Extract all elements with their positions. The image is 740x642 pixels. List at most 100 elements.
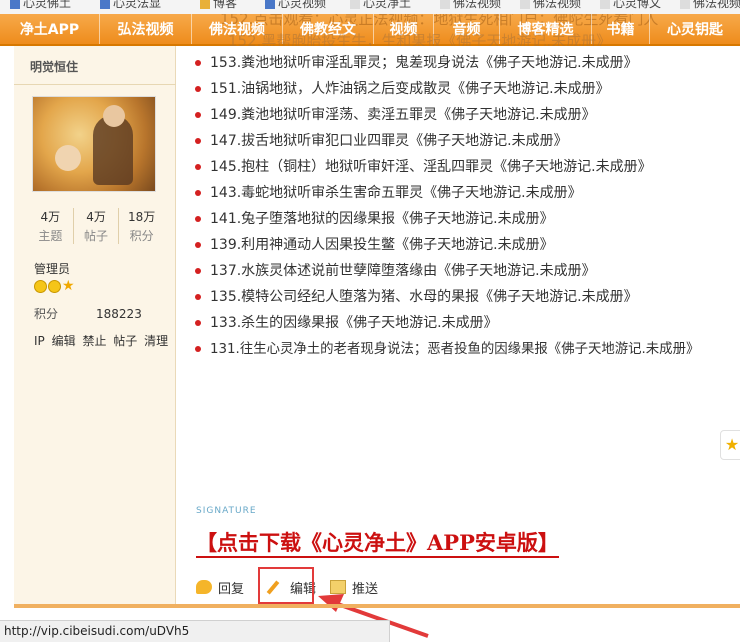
post-link[interactable]: 133.杀生的因缘果报《佛子天地游记.未成册》 (210, 315, 498, 331)
post-link[interactable]: 145.抱柱（铜柱）地狱听审奸淫、淫乱四罪灵《佛子天地游记.未成册》 (210, 159, 652, 175)
user-stats: 4万 主题 4万 帖子 18万 积分 (28, 208, 164, 244)
bookmark-item[interactable]: 心灵视频 (265, 0, 326, 10)
bookmark-icon (440, 0, 450, 9)
stat-value: 4万 (40, 210, 61, 224)
push-label: 推送 (352, 581, 379, 597)
star-icon: ★ (62, 278, 75, 294)
bookmarks-bar: 心灵佛土 心灵法显 博客 心灵视频 心灵净土 佛法视频 佛法视频 心灵博文 佛法… (0, 0, 740, 14)
reply-button[interactable]: 回复 (196, 578, 244, 597)
stat-topics[interactable]: 4万 主题 (28, 208, 74, 244)
bullet-icon (195, 86, 201, 92)
smiley-icon (34, 279, 47, 293)
bookmark-item[interactable]: 博客 (200, 0, 237, 10)
post-link[interactable]: 151.油锅地狱，人炸油锅之后变成散灵《佛子天地游记.未成册》 (210, 81, 610, 97)
post-link[interactable]: 153.粪池地狱听审淫乱罪灵；鬼差现身说法《佛子天地游记.未成册》 (210, 55, 638, 71)
stat-points[interactable]: 18万 积分 (119, 208, 164, 244)
list-item[interactable]: 153.粪池地狱听审淫乱罪灵；鬼差现身说法《佛子天地游记.未成册》 (195, 54, 699, 80)
points-value: 188223 (96, 307, 142, 321)
avatar[interactable] (32, 96, 156, 192)
bullet-icon (195, 294, 201, 300)
stat-posts[interactable]: 4万 帖子 (74, 208, 120, 244)
post-link[interactable]: 137.水族灵体述说前世孽障堕落缘由《佛子天地游记.未成册》 (210, 263, 596, 279)
bookmark-item[interactable]: 佛法视频 (520, 0, 581, 10)
bookmark-item[interactable]: 心灵博文 (600, 0, 661, 10)
stat-value: 4万 (86, 210, 106, 224)
status-bar-url: http://vip.cibeisudi.com/uDVh5 (0, 620, 390, 642)
list-item[interactable]: 133.杀生的因缘果报《佛子天地游记.未成册》 (195, 314, 699, 340)
bullet-icon (195, 190, 201, 196)
op-clean[interactable]: 清理 (144, 334, 168, 348)
list-item[interactable]: 145.抱柱（铜柱）地狱听审奸淫、淫乱四罪灵《佛子天地游记.未成册》 (195, 158, 699, 184)
list-item[interactable]: 131.往生心灵净土的老者现身说法；恶者投鱼的因缘果报《佛子天地游记.未成册》 (195, 340, 699, 366)
op-posts[interactable]: 帖子 (113, 334, 137, 348)
list-item[interactable]: 139.利用神通动人因果投生鳖《佛子天地游记.未成册》 (195, 236, 699, 262)
push-button[interactable]: 推送 (330, 578, 378, 597)
points-label: 积分 (34, 307, 59, 321)
smiley-icon (48, 279, 61, 293)
bullet-icon (195, 60, 201, 66)
op-edit[interactable]: 编辑 (52, 334, 76, 348)
bookmark-item[interactable]: 心灵法显 (100, 0, 161, 10)
list-item[interactable]: 143.毒蛇地狱听审杀生害命五罪灵《佛子天地游记.未成册》 (195, 184, 699, 210)
post-link[interactable]: 141.兔子堕落地狱的因缘果报《佛子天地游记.未成册》 (210, 211, 554, 227)
divider (14, 84, 176, 85)
edit-highlight-box (258, 567, 314, 604)
bullet-icon (195, 242, 201, 248)
bullet-icon (195, 112, 201, 118)
bookmark-icon (200, 0, 210, 9)
nav-item-app[interactable]: 净土APP (0, 14, 100, 44)
rank-badges: ★ (34, 279, 75, 294)
bookmark-icon (600, 0, 610, 9)
list-item[interactable]: 149.粪池地狱听审淫荡、卖淫五罪灵《佛子天地游记.未成册》 (195, 106, 699, 132)
bookmark-item[interactable]: 心灵佛土 (10, 0, 71, 10)
app-download-link[interactable]: 【点击下载《心灵净土》APP安卓版】 (196, 530, 559, 558)
post-link[interactable]: 149.粪池地狱听审淫荡、卖淫五罪灵《佛子天地游记.未成册》 (210, 107, 596, 123)
signature-label: SIGNATURE (196, 506, 257, 516)
stat-label: 积分 (129, 229, 154, 243)
bullet-icon (195, 216, 201, 222)
bookmark-icon (350, 0, 360, 9)
op-ip[interactable]: IP (34, 334, 45, 348)
post-link[interactable]: 143.毒蛇地狱听审杀生害命五罪灵《佛子天地游记.未成册》 (210, 185, 582, 201)
list-item[interactable]: 147.拔舌地狱听审犯口业四罪灵《佛子天地游记.未成册》 (195, 132, 699, 158)
bookmark-icon (10, 0, 20, 9)
list-item[interactable]: 151.油锅地狱，人炸油锅之后变成散灵《佛子天地游记.未成册》 (195, 80, 699, 106)
bullet-icon (195, 164, 201, 170)
bookmark-item[interactable]: 佛法视频 (680, 0, 740, 10)
user-role[interactable]: 管理员 (34, 260, 70, 277)
list-item[interactable]: 137.水族灵体述说前世孽障堕落缘由《佛子天地游记.未成册》 (195, 262, 699, 288)
post-link[interactable]: 131.往生心灵净土的老者现身说法；恶者投鱼的因缘果报《佛子天地游记.未成册》 (210, 342, 699, 357)
reply-label: 回复 (218, 581, 245, 597)
bullet-icon (195, 346, 201, 352)
stat-value: 18万 (128, 210, 156, 224)
post-link-list: 153.粪池地狱听审淫乱罪灵；鬼差现身说法《佛子天地游记.未成册》 151.油锅… (195, 54, 699, 366)
user-profile-panel: 明觉恒住 4万 主题 4万 帖子 18万 积分 管理员 ★ 积分 188223 I… (14, 46, 176, 608)
username[interactable]: 明觉恒住 (30, 58, 78, 75)
post-link[interactable]: 139.利用神通动人因果投生鳖《佛子天地游记.未成册》 (210, 237, 554, 253)
nav-item-keys[interactable]: 心灵钥匙 (650, 14, 740, 44)
stat-label: 主题 (38, 229, 63, 243)
op-ban[interactable]: 禁止 (82, 334, 106, 348)
bookmark-icon (520, 0, 530, 9)
push-icon (330, 580, 347, 594)
bookmark-icon (100, 0, 110, 9)
bookmark-item[interactable]: 佛法视频 (440, 0, 501, 10)
bullet-icon (195, 268, 201, 274)
post-link[interactable]: 135.模特公司经纪人堕落为猪、水母的果报《佛子天地游记.未成册》 (210, 289, 638, 305)
favorite-star-icon[interactable]: ★ (720, 430, 740, 460)
post-link[interactable]: 147.拔舌地狱听审犯口业四罪灵《佛子天地游记.未成册》 (210, 133, 568, 149)
nav-item-dharma-video[interactable]: 弘法视频 (100, 14, 192, 44)
bookmark-icon (265, 0, 275, 9)
bullet-icon (195, 320, 201, 326)
post-content: 153.粪池地狱听审淫乱罪灵；鬼差现身说法《佛子天地游记.未成册》 151.油锅… (176, 46, 740, 608)
bullet-icon (195, 138, 201, 144)
list-item[interactable]: 141.兔子堕落地狱的因缘果报《佛子天地游记.未成册》 (195, 210, 699, 236)
stat-label: 帖子 (84, 229, 109, 243)
avatar-child (55, 145, 81, 171)
bookmark-item[interactable]: 心灵净土 (350, 0, 411, 10)
footer-rule (14, 604, 740, 608)
admin-ops: IP 编辑 禁止 帖子 清理 (34, 332, 171, 349)
list-item[interactable]: 135.模特公司经纪人堕落为猪、水母的果报《佛子天地游记.未成册》 (195, 288, 699, 314)
avatar-head (103, 105, 125, 127)
reply-icon (196, 580, 212, 594)
